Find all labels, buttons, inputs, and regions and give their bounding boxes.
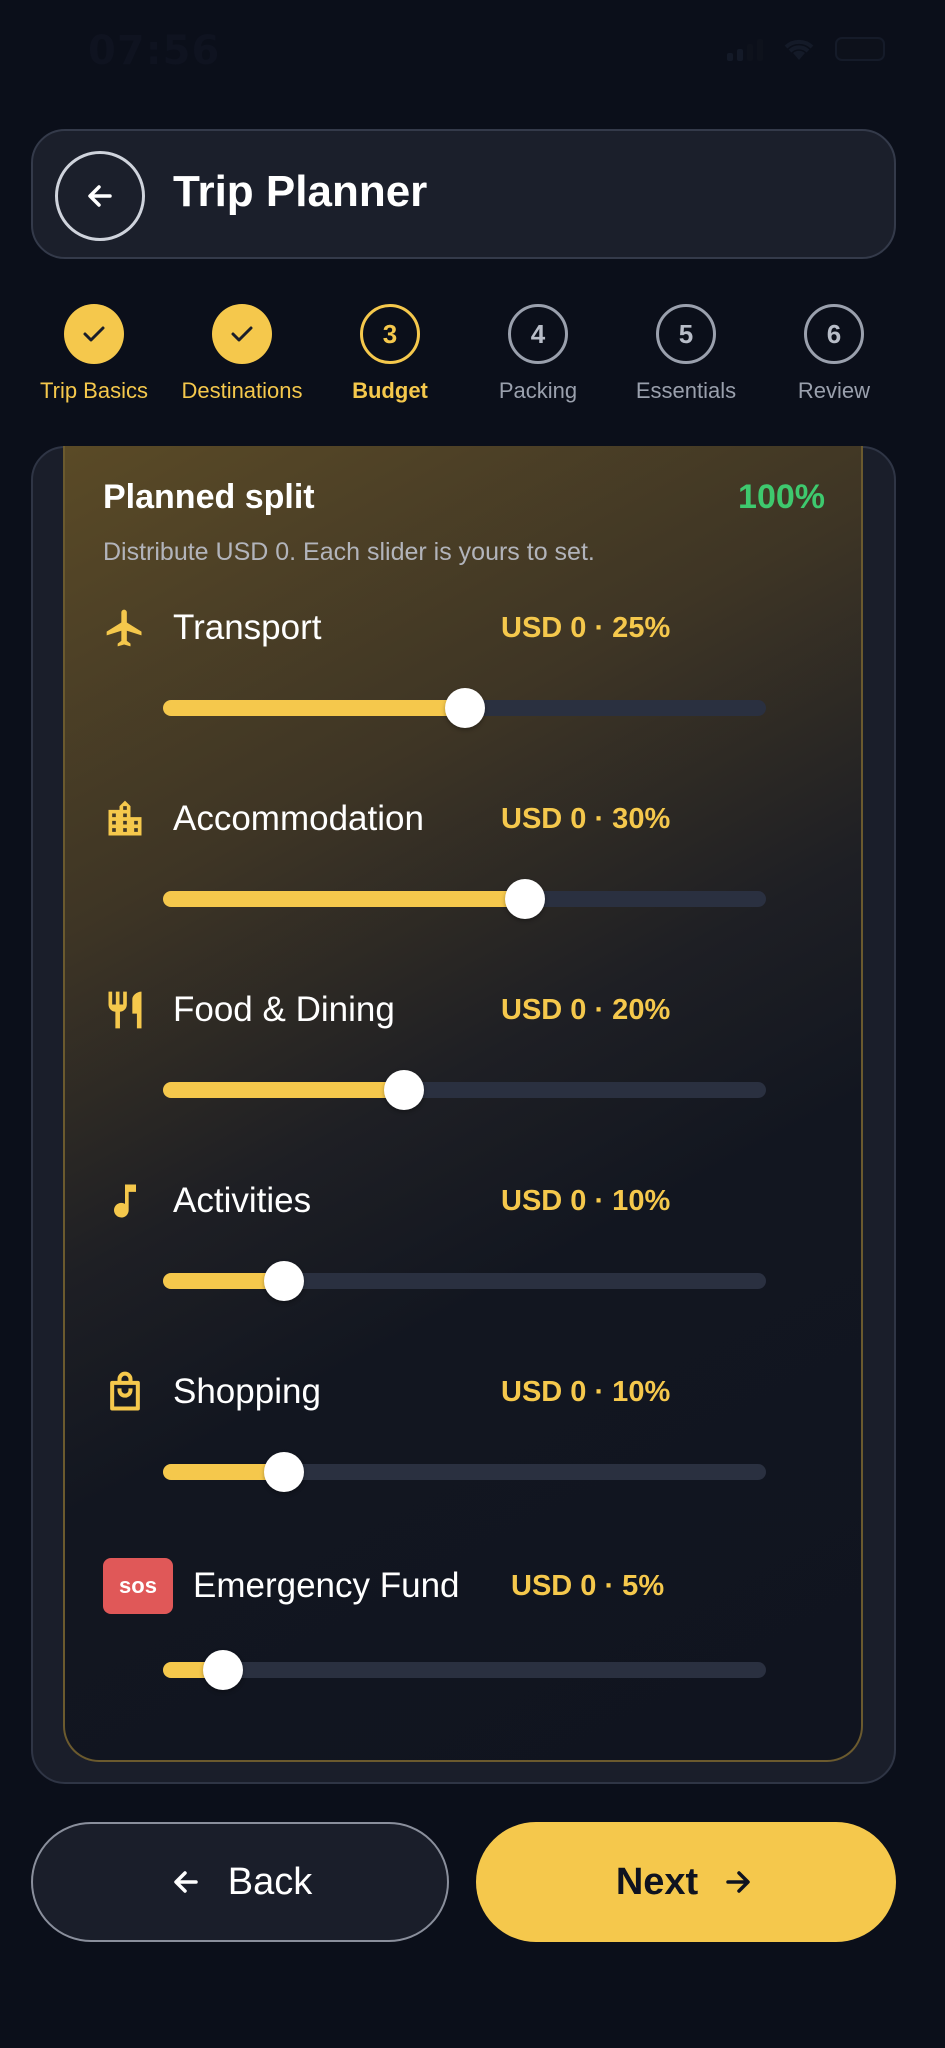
category-row-emergency-fund: sos Emergency Fund USD 0 · 5% — [65, 1558, 861, 1754]
wifi-icon — [784, 39, 814, 60]
back-button-label: Back — [227, 1860, 313, 1903]
next-button[interactable]: Next — [476, 1822, 896, 1942]
check-icon — [83, 326, 105, 342]
slider-fill — [163, 891, 525, 907]
category-amount: USD 0 · 30% — [501, 803, 671, 835]
status-time: 07:56 — [88, 28, 221, 74]
category-name: Accommodation — [173, 799, 424, 838]
back-button[interactable]: Back — [31, 1822, 449, 1942]
step-essentials[interactable]: 5 Essentials — [612, 304, 760, 404]
signal-icon — [727, 37, 763, 61]
category-row-shopping: Shopping USD 0 · 10% — [65, 1370, 861, 1560]
step-label: Destinations — [181, 378, 303, 403]
category-name: Emergency Fund — [193, 1566, 460, 1605]
slider-thumb[interactable] — [504, 879, 545, 919]
status-icons — [727, 36, 885, 62]
step-packing[interactable]: 4 Packing — [464, 304, 612, 404]
shopping-bag-icon — [103, 1370, 147, 1414]
building-icon — [103, 797, 147, 841]
step-check-circle — [64, 304, 124, 364]
step-number: 3 — [360, 304, 420, 364]
step-number: 6 — [804, 304, 864, 364]
step-destinations[interactable]: Destinations — [168, 304, 316, 404]
category-amount: USD 0 · 10% — [501, 1376, 671, 1408]
slider-track[interactable] — [163, 688, 766, 728]
step-trip-basics[interactable]: Trip Basics — [20, 304, 168, 404]
arrow-left-icon — [174, 1871, 198, 1893]
slider-thumb[interactable] — [263, 1261, 304, 1301]
slider-track[interactable] — [163, 879, 766, 919]
category-amount: USD 0 · 5% — [511, 1570, 665, 1602]
step-review[interactable]: 6 Review — [760, 304, 908, 404]
battery-icon — [835, 37, 885, 61]
back-nav-button[interactable] — [55, 151, 145, 241]
sos-badge-icon: sos — [103, 1558, 173, 1614]
next-button-label: Next — [615, 1860, 699, 1903]
step-label: Essentials — [635, 378, 737, 403]
category-row-transport: Transport USD 0 · 25% — [65, 606, 861, 796]
category-row-activities: Activities USD 0 · 10% — [65, 1179, 861, 1369]
check-icon — [231, 326, 253, 342]
planned-split-panel: Planned split 100% Distribute USD 0. Eac… — [63, 446, 863, 1762]
step-check-circle — [212, 304, 272, 364]
step-label: Review — [797, 378, 871, 403]
arrow-left-icon — [88, 185, 112, 207]
slider-fill — [163, 1082, 405, 1098]
split-title: Planned split — [103, 478, 315, 516]
step-number: 4 — [508, 304, 568, 364]
category-name: Transport — [173, 608, 322, 647]
slider-track[interactable] — [163, 1452, 766, 1492]
slider-thumb[interactable] — [263, 1452, 304, 1492]
step-label: Trip Basics — [40, 378, 148, 403]
step-budget[interactable]: 3 Budget — [316, 304, 464, 404]
slider-track[interactable] — [163, 1650, 766, 1690]
slider-thumb[interactable] — [444, 688, 485, 728]
step-number: 5 — [656, 304, 716, 364]
slider-fill — [163, 700, 465, 716]
category-name: Food & Dining — [173, 990, 395, 1029]
arrow-right-icon — [726, 1871, 750, 1893]
step-label: Budget — [352, 378, 428, 403]
slider-thumb[interactable] — [384, 1070, 425, 1110]
slider-track[interactable] — [163, 1070, 766, 1110]
category-name: Activities — [173, 1181, 312, 1220]
status-bar: 07:56 — [0, 0, 945, 110]
slider-track[interactable] — [163, 1261, 766, 1301]
split-subtitle: Distribute USD 0. Each slider is yours t… — [103, 538, 595, 566]
fork-knife-icon — [103, 988, 147, 1032]
step-label: Packing — [498, 378, 578, 403]
header-card: Trip Planner — [31, 129, 896, 259]
slider-thumb[interactable] — [203, 1650, 244, 1690]
category-row-food-dining: Food & Dining USD 0 · 20% — [65, 988, 861, 1178]
split-total: 100% — [738, 478, 825, 516]
category-name: Shopping — [173, 1372, 321, 1411]
category-amount: USD 0 · 10% — [501, 1185, 671, 1217]
music-note-icon — [103, 1179, 147, 1223]
category-amount: USD 0 · 20% — [501, 994, 671, 1026]
airplane-icon — [103, 606, 147, 650]
stepper: Trip Basics Destinations 3 Budget 4 Pack… — [20, 304, 925, 414]
page-title: Trip Planner — [173, 167, 428, 216]
category-amount: USD 0 · 25% — [501, 612, 671, 644]
category-row-accommodation: Accommodation USD 0 · 30% — [65, 797, 861, 987]
